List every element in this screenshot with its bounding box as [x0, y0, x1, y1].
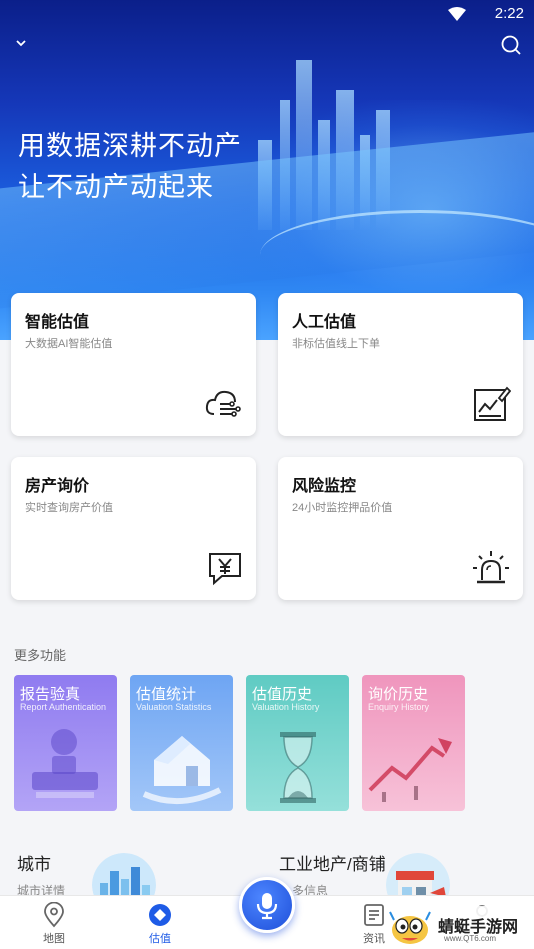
card-subtitle: 24小时监控押品价值: [292, 502, 393, 514]
search-icon[interactable]: [500, 34, 522, 56]
status-bar: 2:22: [0, 0, 534, 28]
tile-title: 报告验真: [20, 686, 81, 703]
tile-valuation-history[interactable]: 估值历史 Valuation History: [246, 675, 349, 811]
chart-edit-icon: [474, 386, 511, 421]
diamond-icon: [149, 904, 171, 926]
yen-chat-icon: [209, 553, 241, 586]
cloud-data-icon: [205, 390, 241, 417]
news-icon: [364, 904, 384, 926]
card-risk-monitoring[interactable]: 风险监控 24小时监控押品价值: [278, 457, 523, 600]
card-price-enquiry[interactable]: 房产询价 实时查询房产价值: [11, 457, 256, 600]
card-title: 人工估值: [292, 314, 357, 331]
chevron-down-icon[interactable]: [14, 36, 28, 50]
tile-subtitle: Valuation History: [252, 702, 320, 712]
industrial-title[interactable]: 工业地产/商铺: [279, 850, 386, 875]
tile-title: 估值历史: [252, 686, 313, 703]
tab-label: 估值: [149, 933, 171, 945]
hero-slogan-line1: 用数据深耕不动产: [18, 131, 242, 161]
more-functions-label: 更多功能: [14, 648, 67, 663]
tile-subtitle: Enquiry History: [368, 702, 430, 712]
hero-banner: 2:22 用数据深耕不动产 让不动产动起来: [0, 0, 534, 340]
tab-valuation[interactable]: 估值: [120, 896, 200, 949]
voice-button[interactable]: [239, 877, 295, 933]
card-subtitle: 实时查询房产价值: [25, 502, 113, 514]
watermark-url: www.QT6.com: [444, 934, 497, 943]
card-subtitle: 非标估值线上下单: [292, 338, 380, 350]
status-time: 2:22: [494, 5, 524, 22]
hero-slogan-line2: 让不动产动起来: [18, 172, 214, 202]
house-in-hand-icon: [142, 736, 222, 805]
alarm-light-icon: [473, 551, 509, 584]
tile-valuation-statistics[interactable]: 估值统计 Valuation Statistics: [130, 675, 233, 811]
tile-enquiry-history[interactable]: 询价历史 Enquiry History: [362, 675, 465, 811]
tile-title: 询价历史: [368, 686, 429, 703]
growth-arrow-icon: [368, 738, 452, 802]
card-title: 房产询价: [25, 478, 90, 495]
card-subtitle: 大数据AI智能估值: [25, 338, 113, 350]
card-title: 风险监控: [292, 478, 357, 495]
card-title: 智能估值: [25, 314, 90, 331]
tile-title: 估值统计: [136, 686, 197, 703]
tile-report-authentication[interactable]: 报告验真 Report Authentication: [14, 675, 117, 811]
tab-label: 地图: [43, 933, 65, 945]
tile-subtitle: Valuation Statistics: [136, 702, 212, 712]
map-pin-icon: [44, 902, 64, 928]
card-smart-valuation[interactable]: 智能估值 大数据AI智能估值: [11, 293, 256, 436]
hourglass-icon: [280, 732, 316, 803]
tab-map[interactable]: 地图: [14, 896, 94, 949]
wifi-icon: [448, 7, 466, 21]
card-manual-valuation[interactable]: 人工估值 非标估值线上下单: [278, 293, 523, 436]
microphone-icon: [256, 893, 278, 920]
stamp-icon: [32, 729, 98, 798]
city-title[interactable]: 城市: [17, 850, 51, 875]
hero-slogan: 用数据深耕不动产 让不动产动起来: [18, 126, 242, 208]
tile-subtitle: Report Authentication: [20, 702, 107, 712]
